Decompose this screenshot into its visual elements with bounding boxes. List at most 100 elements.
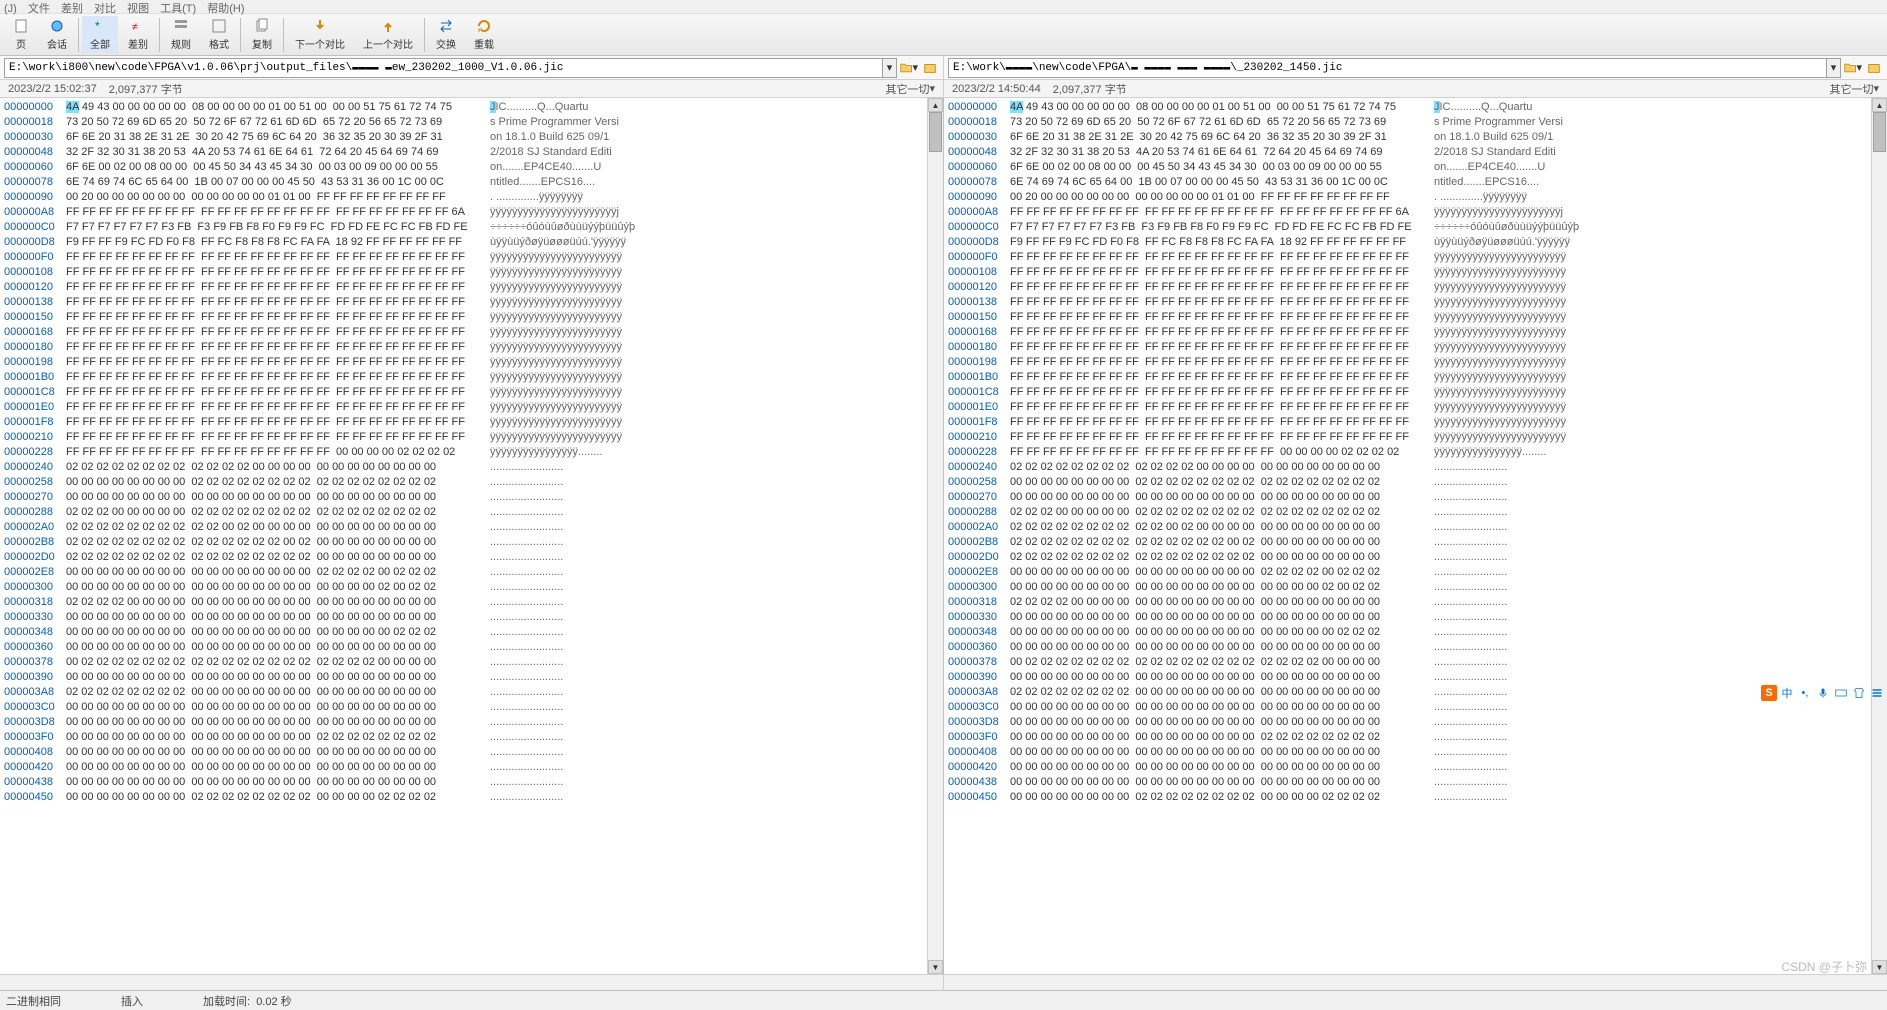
hex-offset: 00000408 — [948, 745, 1010, 760]
hex-offset: 000000F0 — [948, 250, 1010, 265]
left-other-dropdown[interactable]: 其它一切 ▾ — [885, 81, 935, 97]
hex-ascii: ÿÿÿÿÿÿÿÿÿÿÿÿÿÿÿÿÿÿÿÿÿÿÿÿ — [490, 325, 622, 340]
hex-row: 0000025800 00 00 00 00 00 00 00 02 02 02… — [4, 475, 923, 490]
menu-item[interactable]: 差别 — [61, 3, 83, 15]
ime-mic-icon[interactable] — [1815, 685, 1831, 701]
prev-diff-button[interactable]: 上一个对比 — [355, 16, 421, 53]
hex-row: 000003C000 00 00 00 00 00 00 00 00 00 00… — [4, 700, 923, 715]
right-path-dropdown[interactable]: ▾ — [1827, 58, 1841, 78]
hex-bytes: FF FF FF FF FF FF FF FF FF FF FF FF FF F… — [1010, 430, 1434, 445]
session-button[interactable]: 会话 — [39, 16, 75, 53]
hex-row: 0000034800 00 00 00 00 00 00 00 00 00 00… — [4, 625, 923, 640]
menu-item[interactable]: (J) — [4, 3, 17, 15]
hex-offset: 00000270 — [948, 490, 1010, 505]
menu-item[interactable]: 帮助(H) — [207, 3, 244, 15]
hex-row: 00000198FF FF FF FF FF FF FF FF FF FF FF… — [948, 355, 1867, 370]
hex-ascii: JIC..........Q...Quartu — [1434, 100, 1532, 115]
left-size: 2,097,377 字节 — [109, 81, 183, 97]
hex-offset: 00000300 — [4, 580, 66, 595]
info-row: 2023/2/2 15:02:37 2,097,377 字节 其它一切 ▾ 20… — [0, 80, 1887, 98]
scroll-up-icon[interactable]: ▲ — [1872, 98, 1887, 112]
hex-row: 0000001873 20 50 72 69 6D 65 20 50 72 6F… — [948, 115, 1867, 130]
hex-ascii: ........................ — [490, 760, 563, 775]
hex-offset: 00000348 — [948, 625, 1010, 640]
hex-offset: 000003A8 — [4, 685, 66, 700]
scroll-down-icon[interactable]: ▼ — [1872, 960, 1887, 974]
menu-item[interactable]: 对比 — [94, 3, 116, 15]
hex-ascii: on 18.1.0 Build 625 09/1 — [490, 130, 609, 145]
hex-ascii: s Prime Programmer Versi — [490, 115, 619, 130]
hex-ascii: ........................ — [490, 610, 563, 625]
folder-open-icon[interactable]: ▾ — [900, 59, 918, 77]
ime-skin-icon[interactable] — [1851, 685, 1867, 701]
ime-punct-icon[interactable]: •, — [1797, 685, 1813, 701]
hex-ascii: ÿÿÿÿÿÿÿÿÿÿÿÿÿÿÿÿÿÿÿÿÿÿÿÿ — [490, 280, 622, 295]
hex-bytes: 00 00 00 00 00 00 00 00 00 00 00 00 00 0… — [1010, 625, 1434, 640]
hex-row: 0000009000 20 00 00 00 00 00 00 00 00 00… — [4, 190, 923, 205]
hex-offset: 000001B0 — [948, 370, 1010, 385]
hex-row: 000001E0FF FF FF FF FF FF FF FF FF FF FF… — [948, 400, 1867, 415]
ime-keyboard-icon[interactable] — [1833, 685, 1849, 701]
all-button[interactable]: *全部 — [82, 16, 118, 53]
right-other-dropdown[interactable]: 其它一切 ▾ — [1829, 81, 1879, 97]
hex-bytes: FF FF FF FF FF FF FF FF FF FF FF FF FF F… — [1010, 355, 1434, 370]
left-hex-area[interactable]: 000000004A 49 43 00 00 00 00 00 08 00 00… — [0, 98, 927, 974]
hex-bytes: FF FF FF FF FF FF FF FF FF FF FF FF FF F… — [1010, 310, 1434, 325]
horizontal-scrollbars — [0, 974, 1887, 990]
hex-offset: 000002A0 — [948, 520, 1010, 535]
next-diff-button[interactable]: 下一个对比 — [287, 16, 353, 53]
hex-row: 000000606F 6E 00 02 00 08 00 00 00 45 50… — [4, 160, 923, 175]
hex-row: 000000A8FF FF FF FF FF FF FF FF FF FF FF… — [948, 205, 1867, 220]
hex-bytes: 4A 49 43 00 00 00 00 00 08 00 00 00 00 0… — [66, 100, 490, 115]
rules-button[interactable]: 规则 — [163, 16, 199, 53]
page-button[interactable]: 页 — [5, 16, 37, 53]
hex-bytes: 00 00 00 00 00 00 00 00 00 00 00 00 00 0… — [1010, 745, 1434, 760]
status-bar: 二进制相同 插入 加载时间: 0.02 秒 — [0, 990, 1887, 1010]
hex-row: 000002A002 02 02 02 02 02 02 02 02 02 00… — [4, 520, 923, 535]
hex-offset: 00000288 — [4, 505, 66, 520]
browse-icon[interactable] — [921, 59, 939, 77]
diff-button[interactable]: ≠差别 — [120, 16, 156, 53]
right-hscroll[interactable] — [943, 975, 1887, 990]
menu-item[interactable]: 文件 — [28, 3, 50, 15]
hex-ascii: ÿÿÿÿÿÿÿÿÿÿÿÿÿÿÿÿÿÿÿÿÿÿÿÿ — [1434, 250, 1566, 265]
hex-offset: 00000168 — [948, 325, 1010, 340]
hex-bytes: 02 02 02 02 02 02 02 02 02 02 02 02 02 0… — [66, 550, 490, 565]
folder-open-icon[interactable]: ▾ — [1844, 59, 1862, 77]
scroll-down-icon[interactable]: ▼ — [928, 960, 943, 974]
scroll-thumb[interactable] — [1873, 112, 1886, 152]
hex-offset: 00000108 — [4, 265, 66, 280]
hex-bytes: 00 00 00 00 00 00 00 00 00 00 00 00 00 0… — [66, 745, 490, 760]
hex-offset: 00000150 — [948, 310, 1010, 325]
menu-item[interactable]: 工具(T) — [160, 3, 196, 15]
hex-row: 000000306F 6E 20 31 38 2E 31 2E 30 20 42… — [948, 130, 1867, 145]
hex-row: 000003A802 02 02 02 02 02 02 02 00 00 00… — [948, 685, 1867, 700]
left-path-dropdown[interactable]: ▾ — [883, 58, 897, 78]
hex-bytes: FF FF FF FF FF FF FF FF FF FF FF FF FF F… — [1010, 415, 1434, 430]
menu-bar[interactable]: (J) 文件 差别 对比 视图 工具(T) 帮助(H) — [0, 0, 1887, 14]
scroll-thumb[interactable] — [929, 112, 942, 152]
copy-button[interactable]: 复制 — [244, 16, 280, 53]
hex-bytes: 00 00 00 00 00 00 00 00 00 00 00 00 00 0… — [66, 580, 490, 595]
hex-bytes: 00 20 00 00 00 00 00 00 00 00 00 00 00 0… — [66, 190, 490, 205]
left-hscroll[interactable] — [0, 975, 943, 990]
browse-icon[interactable] — [1865, 59, 1883, 77]
reload-button[interactable]: 重载 — [466, 16, 502, 53]
menu-item[interactable]: 视图 — [127, 3, 149, 15]
left-path-input[interactable] — [4, 58, 883, 78]
scroll-up-icon[interactable]: ▲ — [928, 98, 943, 112]
right-hex-area[interactable]: 000000004A 49 43 00 00 00 00 00 08 00 00… — [944, 98, 1871, 974]
ime-toolbar[interactable]: S 中 •, — [1761, 685, 1885, 701]
right-scrollbar[interactable]: ▲ ▼ — [1871, 98, 1887, 974]
hex-bytes: 00 00 00 00 00 00 00 00 00 00 00 00 00 0… — [66, 490, 490, 505]
sogou-icon[interactable]: S — [1761, 685, 1777, 701]
right-path-input[interactable] — [948, 58, 1827, 78]
ime-menu-icon[interactable] — [1869, 685, 1885, 701]
hex-offset: 00000300 — [948, 580, 1010, 595]
swap-button[interactable]: 交换 — [428, 16, 464, 53]
hex-row: 00000138FF FF FF FF FF FF FF FF FF FF FF… — [948, 295, 1867, 310]
ime-lang[interactable]: 中 — [1779, 685, 1795, 701]
format-button[interactable]: 格式 — [201, 16, 237, 53]
left-scrollbar[interactable]: ▲ ▼ — [927, 98, 943, 974]
hex-ascii: ÿÿÿÿÿÿÿÿÿÿÿÿÿÿÿÿÿÿÿÿÿÿÿÿ — [1434, 280, 1566, 295]
